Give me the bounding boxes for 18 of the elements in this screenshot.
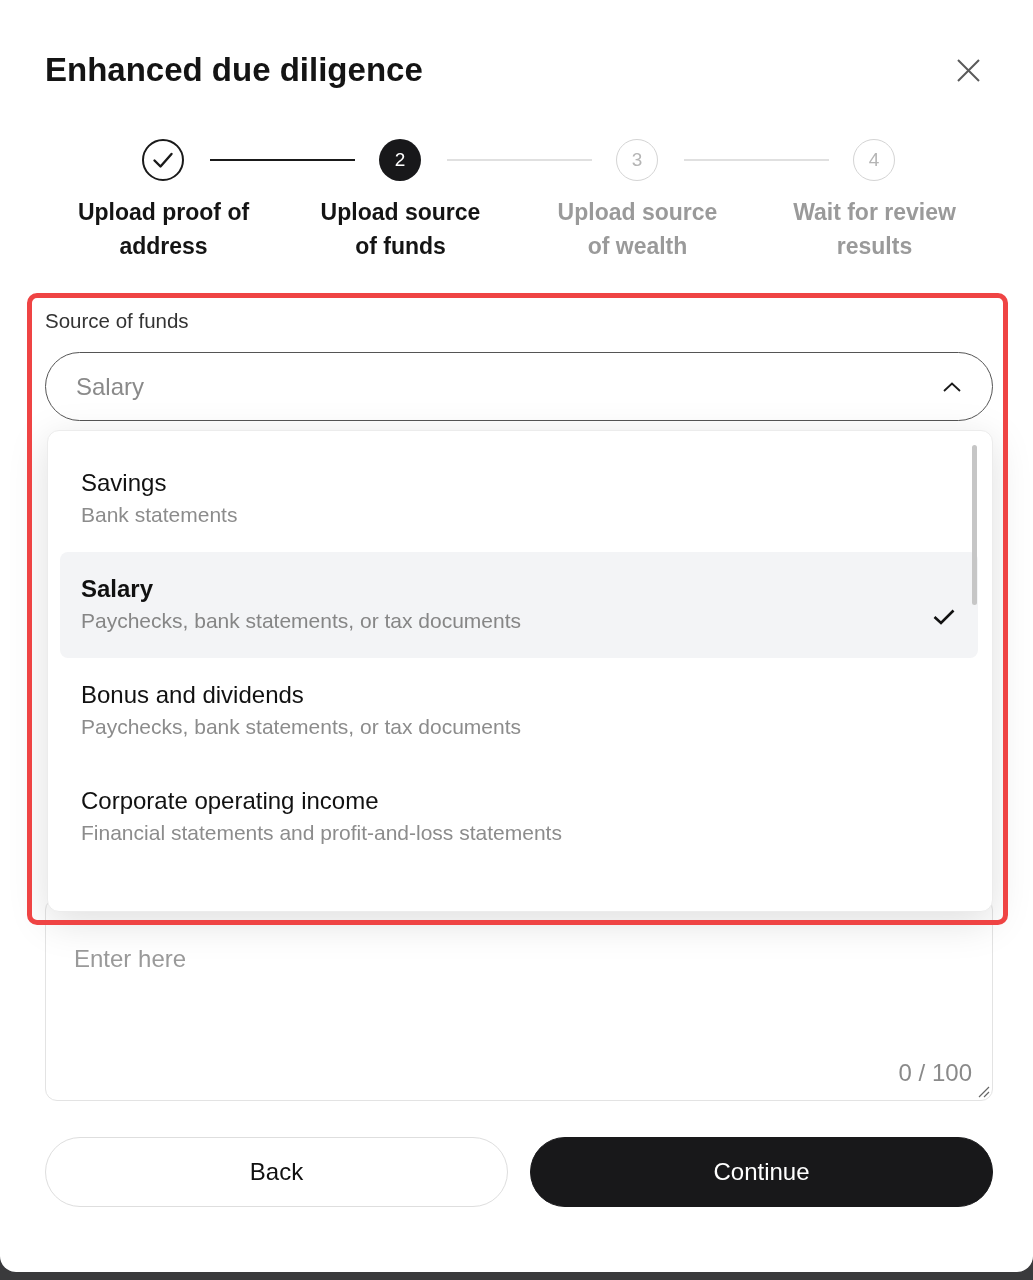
step-number: 3 xyxy=(616,139,658,181)
option-description: Paychecks, bank statements, or tax documents xyxy=(81,715,522,739)
step-label: Upload source of funds xyxy=(319,198,482,261)
option-description: Bank statements xyxy=(81,503,238,527)
option-description: Paychecks, bank statements, or tax documents xyxy=(81,609,522,633)
option-title: Corporate operating income xyxy=(81,787,379,815)
step-number: 4 xyxy=(853,139,895,181)
step-label: Wait for review results xyxy=(792,198,957,261)
step-label: Upload source of wealth xyxy=(556,198,719,261)
field-label: Source of funds xyxy=(45,309,190,333)
option-title: Salary xyxy=(81,575,154,603)
option-description: Financial statements and profit-and-loss statements xyxy=(81,821,562,845)
character-counter: 0 / 100 xyxy=(898,1061,972,1085)
step-number: 2 xyxy=(379,139,421,181)
option-title: Bonus and dividends xyxy=(81,681,304,709)
dialog-title: Enhanced due diligence xyxy=(45,50,423,90)
option-title: Savings xyxy=(81,469,167,497)
step-label: Upload proof of address xyxy=(76,198,251,261)
